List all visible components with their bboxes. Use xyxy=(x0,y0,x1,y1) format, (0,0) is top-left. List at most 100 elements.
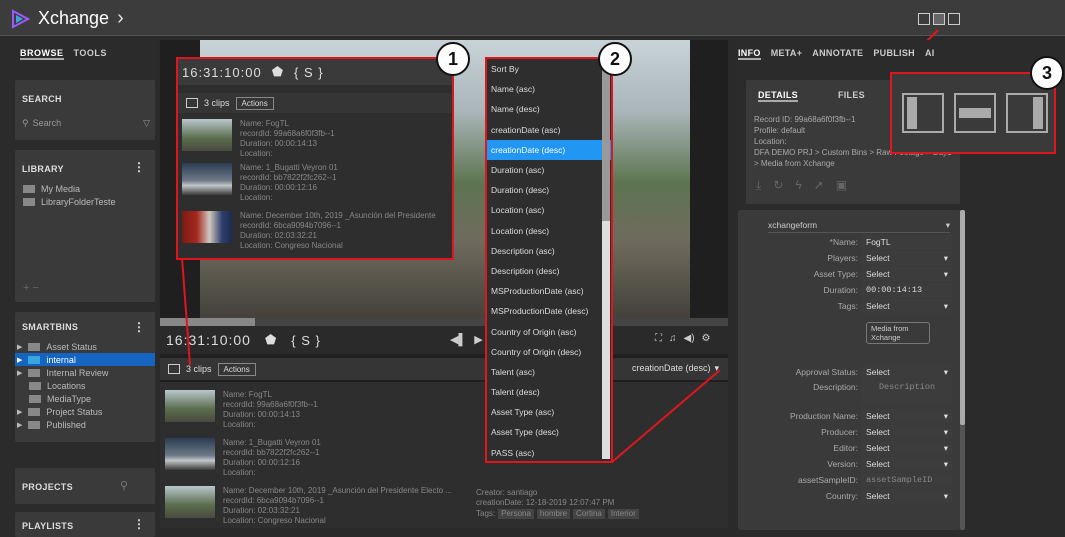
caret-right-icon[interactable]: ▶ xyxy=(17,343,22,351)
refresh-icon[interactable]: ↻ xyxy=(773,178,783,193)
sort-option[interactable]: Location (asc) xyxy=(487,200,611,220)
tag-chip[interactable]: Persona xyxy=(498,509,534,519)
players-select[interactable]: Select ▾ xyxy=(862,251,952,265)
audio-icon[interactable]: ♫ xyxy=(669,333,677,344)
name-field[interactable]: FogTL xyxy=(862,235,952,249)
smartbin-item[interactable]: ▶ Project Status xyxy=(15,405,155,418)
settings-icon[interactable]: ⚙ xyxy=(702,333,711,344)
sort-option[interactable]: Description (asc) xyxy=(487,241,611,261)
sort-option[interactable]: Talent (desc) xyxy=(487,382,611,402)
smartbin-item[interactable]: ▶ Internal Review xyxy=(15,366,155,379)
filter-icon[interactable]: ▽ xyxy=(143,118,150,129)
sort-option[interactable]: MSProductionDate (asc) xyxy=(487,281,611,301)
add-remove-icon[interactable]: + − xyxy=(23,282,39,294)
tab-annotate[interactable]: ANNOTATE xyxy=(812,48,863,60)
version-select[interactable]: Select ▾ xyxy=(862,457,952,471)
sort-option[interactable]: Location (desc) xyxy=(487,221,611,241)
tab-ai[interactable]: AI xyxy=(925,48,935,60)
dropdown-scrollbar[interactable] xyxy=(602,61,610,459)
marker-icon[interactable]: ⬟ xyxy=(265,332,277,348)
sort-option[interactable]: Name (asc) xyxy=(487,79,611,99)
overlay-clip-item[interactable]: Name: December 10th, 2019 _Asunción del … xyxy=(178,211,452,251)
asset-type-select[interactable]: Select ▾ xyxy=(862,267,952,281)
tab-publish[interactable]: PUBLISH xyxy=(873,48,915,60)
volume-icon[interactable]: ◀) xyxy=(684,333,695,344)
tab-meta[interactable]: META+ xyxy=(771,48,803,60)
video-clip-icon[interactable]: ▣ xyxy=(836,178,847,193)
download-icon[interactable]: ⤓ xyxy=(756,178,761,193)
caret-right-icon[interactable]: ▶ xyxy=(17,421,22,429)
layout-left-icon[interactable] xyxy=(918,13,930,25)
editor-select[interactable]: Select ▾ xyxy=(862,441,952,455)
smartbin-item-selected[interactable]: ▶ internal xyxy=(15,353,155,366)
sort-select[interactable]: creationDate (desc) ▾ xyxy=(632,363,719,374)
layout-center-icon[interactable] xyxy=(954,93,996,133)
scrollbar-thumb[interactable] xyxy=(602,61,610,221)
country-select[interactable]: Select ▾ xyxy=(862,489,952,503)
actions-button[interactable]: Actions xyxy=(217,362,256,376)
form-scrollbar[interactable] xyxy=(960,210,965,530)
chevron-right-icon[interactable]: › xyxy=(117,7,124,30)
playlists-panel[interactable]: PLAYLISTS ⋮ xyxy=(15,512,155,537)
projects-panel[interactable]: PROJECTS ⚲ xyxy=(15,468,155,504)
smartbin-item[interactable]: Locations xyxy=(15,379,155,392)
smartbins-menu-icon[interactable]: ⋮ xyxy=(133,320,145,334)
in-out-controls[interactable]: { S } xyxy=(291,333,321,348)
layout-left-icon[interactable] xyxy=(902,93,944,133)
library-item[interactable]: LibraryFolderTeste xyxy=(23,195,116,208)
tab-browse[interactable]: BROWSE xyxy=(20,48,64,60)
clip-item[interactable]: Name: 1_Bugatti Veyron 01 recordId: bb782… xyxy=(165,438,321,478)
sort-option[interactable]: PASS (asc) xyxy=(487,443,611,463)
search-input[interactable]: ⚲ Search ▽ xyxy=(22,115,150,131)
caret-right-icon[interactable]: ▶ xyxy=(17,408,22,416)
sort-option[interactable]: Duration (asc) xyxy=(487,160,611,180)
brand[interactable]: Xchange › xyxy=(10,7,124,30)
form-select[interactable]: xchangeform ▾ xyxy=(768,220,950,233)
layout-right-icon[interactable] xyxy=(948,13,960,25)
fullscreen-icon[interactable]: ⛶ xyxy=(655,333,662,344)
sort-option[interactable]: Asset Type (asc) xyxy=(487,402,611,422)
sort-option[interactable]: Name (desc) xyxy=(487,99,611,119)
tags-select[interactable]: Select ▾ xyxy=(862,299,952,313)
sort-option[interactable]: creationDate (desc) xyxy=(487,139,611,160)
sort-option[interactable]: Talent (asc) xyxy=(487,362,611,382)
playlists-menu-icon[interactable]: ⋮ xyxy=(133,517,145,531)
layout-center-icon[interactable] xyxy=(933,13,945,25)
duration-field[interactable]: 00:00:14:13 xyxy=(862,283,952,297)
approval-status-select[interactable]: Select ▾ xyxy=(862,365,952,379)
tab-info[interactable]: INFO xyxy=(738,48,761,60)
sort-option[interactable]: Description (desc) xyxy=(487,261,611,281)
tab-details[interactable]: DETAILS xyxy=(758,90,798,102)
sort-option[interactable]: MSProductionDate (desc) xyxy=(487,301,611,321)
library-menu-icon[interactable]: ⋮ xyxy=(133,160,145,174)
location-path-2[interactable]: > Media from Xchange xyxy=(754,158,960,169)
tag-chip[interactable]: Media from Xchange xyxy=(866,322,930,344)
sort-option[interactable]: Country of Origin (desc) xyxy=(487,342,611,362)
caret-right-icon[interactable]: ▶ xyxy=(17,369,22,377)
tab-files[interactable]: FILES xyxy=(838,90,865,102)
tab-tools[interactable]: TOOLS xyxy=(74,48,107,60)
smartbin-item[interactable]: MediaType xyxy=(15,392,155,405)
sort-option[interactable]: Asset Type (desc) xyxy=(487,422,611,442)
marker-icon[interactable]: ⬟ xyxy=(272,64,284,80)
overlay-clip-item[interactable]: Name: 1_Bugatti Veyron 01 recordId: bb782… xyxy=(178,163,452,211)
description-textarea[interactable]: Description xyxy=(862,380,952,404)
layout-right-icon[interactable] xyxy=(1006,93,1048,133)
library-item[interactable]: My Media xyxy=(23,182,116,195)
send-icon[interactable]: ➚ xyxy=(814,178,824,193)
production-name-select[interactable]: Select ▾ xyxy=(862,409,952,423)
sort-option[interactable]: creationDate (asc) xyxy=(487,120,611,140)
asset-sample-id-field[interactable]: assetSampleID xyxy=(862,473,952,487)
tag-chip[interactable]: Interior xyxy=(607,509,639,519)
play-icon[interactable]: ▶ xyxy=(474,333,482,346)
smartbin-item[interactable]: ▶ Published xyxy=(15,418,155,431)
sort-option[interactable]: Country of Origin (asc) xyxy=(487,321,611,341)
producer-select[interactable]: Select ▾ xyxy=(862,425,952,439)
step-back-icon[interactable]: ◀▌ xyxy=(450,333,466,346)
scrollbar-thumb[interactable] xyxy=(960,210,965,425)
tag-chip[interactable]: Cortina xyxy=(573,509,605,519)
scrub-bar[interactable] xyxy=(160,318,728,326)
clip-item[interactable]: Name: FogTL recordId: 99a68a6f0f3fb--1 Dur… xyxy=(165,390,318,430)
smartbin-item[interactable]: ▶ Asset Status xyxy=(15,340,155,353)
tag-chip[interactable]: hombre xyxy=(536,509,571,519)
